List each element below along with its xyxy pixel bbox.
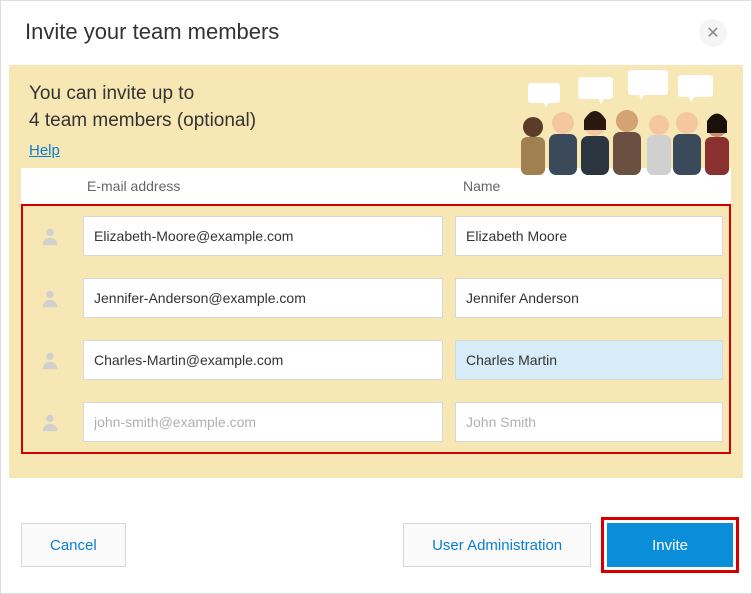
header-email: E-mail address <box>75 178 451 194</box>
email-field[interactable] <box>83 216 443 256</box>
invite-button-highlight: Invite <box>601 517 739 573</box>
row-icon-cell <box>23 225 77 247</box>
name-field[interactable] <box>455 402 723 442</box>
header-name: Name <box>451 178 731 194</box>
row-icon-cell <box>23 411 77 433</box>
dialog-header: Invite your team members ✕ <box>1 1 751 57</box>
person-icon <box>39 287 61 309</box>
row-icon-cell <box>23 349 77 371</box>
user-administration-button[interactable]: User Administration <box>403 523 591 567</box>
help-link[interactable]: Help <box>29 142 60 159</box>
people-icon <box>463 65 743 175</box>
person-icon <box>39 225 61 247</box>
table-row <box>23 206 729 266</box>
email-field[interactable] <box>83 278 443 318</box>
dialog-content: You can invite up to 4 team members (opt… <box>9 65 743 478</box>
name-field[interactable] <box>455 340 723 380</box>
name-field[interactable] <box>455 278 723 318</box>
input-rows-highlight <box>21 204 731 454</box>
info-section: You can invite up to 4 team members (opt… <box>9 65 743 168</box>
person-icon <box>39 411 61 433</box>
row-icon-cell <box>23 287 77 309</box>
team-illustration <box>463 65 743 175</box>
person-icon <box>39 349 61 371</box>
email-field[interactable] <box>83 402 443 442</box>
name-field[interactable] <box>455 216 723 256</box>
table-row <box>23 330 729 390</box>
table-row <box>23 268 729 328</box>
cancel-button[interactable]: Cancel <box>21 523 126 567</box>
email-field[interactable] <box>83 340 443 380</box>
dialog-title: Invite your team members <box>25 19 727 45</box>
close-button[interactable]: ✕ <box>699 19 727 47</box>
invite-button[interactable]: Invite <box>607 523 733 567</box>
invite-table: E-mail address Name <box>9 168 743 478</box>
dialog-footer: Cancel User Administration Invite <box>1 497 751 593</box>
table-row <box>23 392 729 452</box>
close-icon: ✕ <box>706 23 719 43</box>
